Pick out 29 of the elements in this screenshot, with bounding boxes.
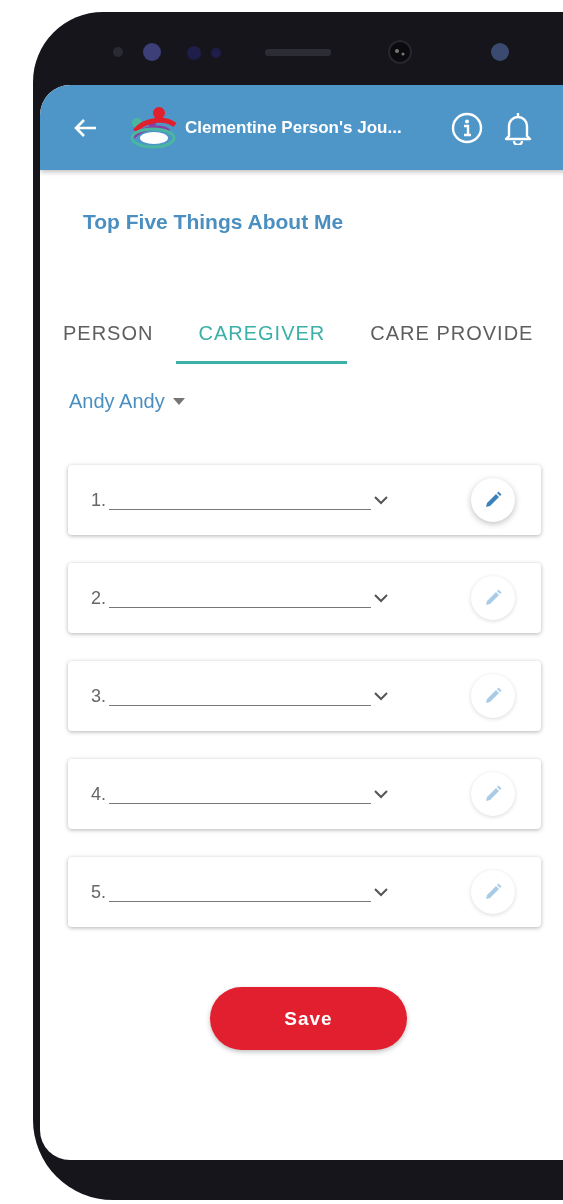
- app-title: Clementine Person's Jou...: [185, 117, 403, 138]
- back-arrow-icon[interactable]: [73, 117, 97, 138]
- chevron-down-icon[interactable]: [374, 495, 388, 505]
- chevron-down-icon[interactable]: [374, 789, 388, 799]
- info-icon[interactable]: [451, 111, 483, 144]
- tab[interactable]: CAREGIVER: [176, 314, 348, 364]
- item-number: 3.: [91, 685, 106, 707]
- edit-button[interactable]: [471, 478, 515, 522]
- item-number: 2.: [91, 587, 106, 609]
- notification-bell-icon[interactable]: [503, 110, 533, 145]
- person-dropdown[interactable]: Andy Andy: [69, 390, 185, 413]
- pencil-icon: [484, 491, 502, 509]
- chevron-down-icon[interactable]: [374, 691, 388, 701]
- item-number: 5.: [91, 881, 106, 903]
- dropdown-value: Andy Andy: [69, 390, 165, 413]
- pencil-icon: [484, 687, 502, 705]
- dropdown-caret-icon: [172, 398, 185, 405]
- item-number: 4.: [91, 783, 106, 805]
- chevron-down-icon[interactable]: [374, 593, 388, 603]
- pencil-icon: [484, 883, 502, 901]
- page-heading: Top Five Things About Me: [83, 210, 345, 234]
- tab[interactable]: PERSON: [46, 314, 171, 364]
- chevron-down-icon[interactable]: [374, 887, 388, 897]
- pencil-icon: [484, 589, 502, 607]
- item-number: 1.: [91, 489, 106, 511]
- save-button[interactable]: Save: [210, 987, 407, 1050]
- phone-sensor-drawing: [490, 41, 510, 62]
- tab[interactable]: CARE PROVIDE: [353, 314, 551, 364]
- pencil-icon: [484, 785, 502, 803]
